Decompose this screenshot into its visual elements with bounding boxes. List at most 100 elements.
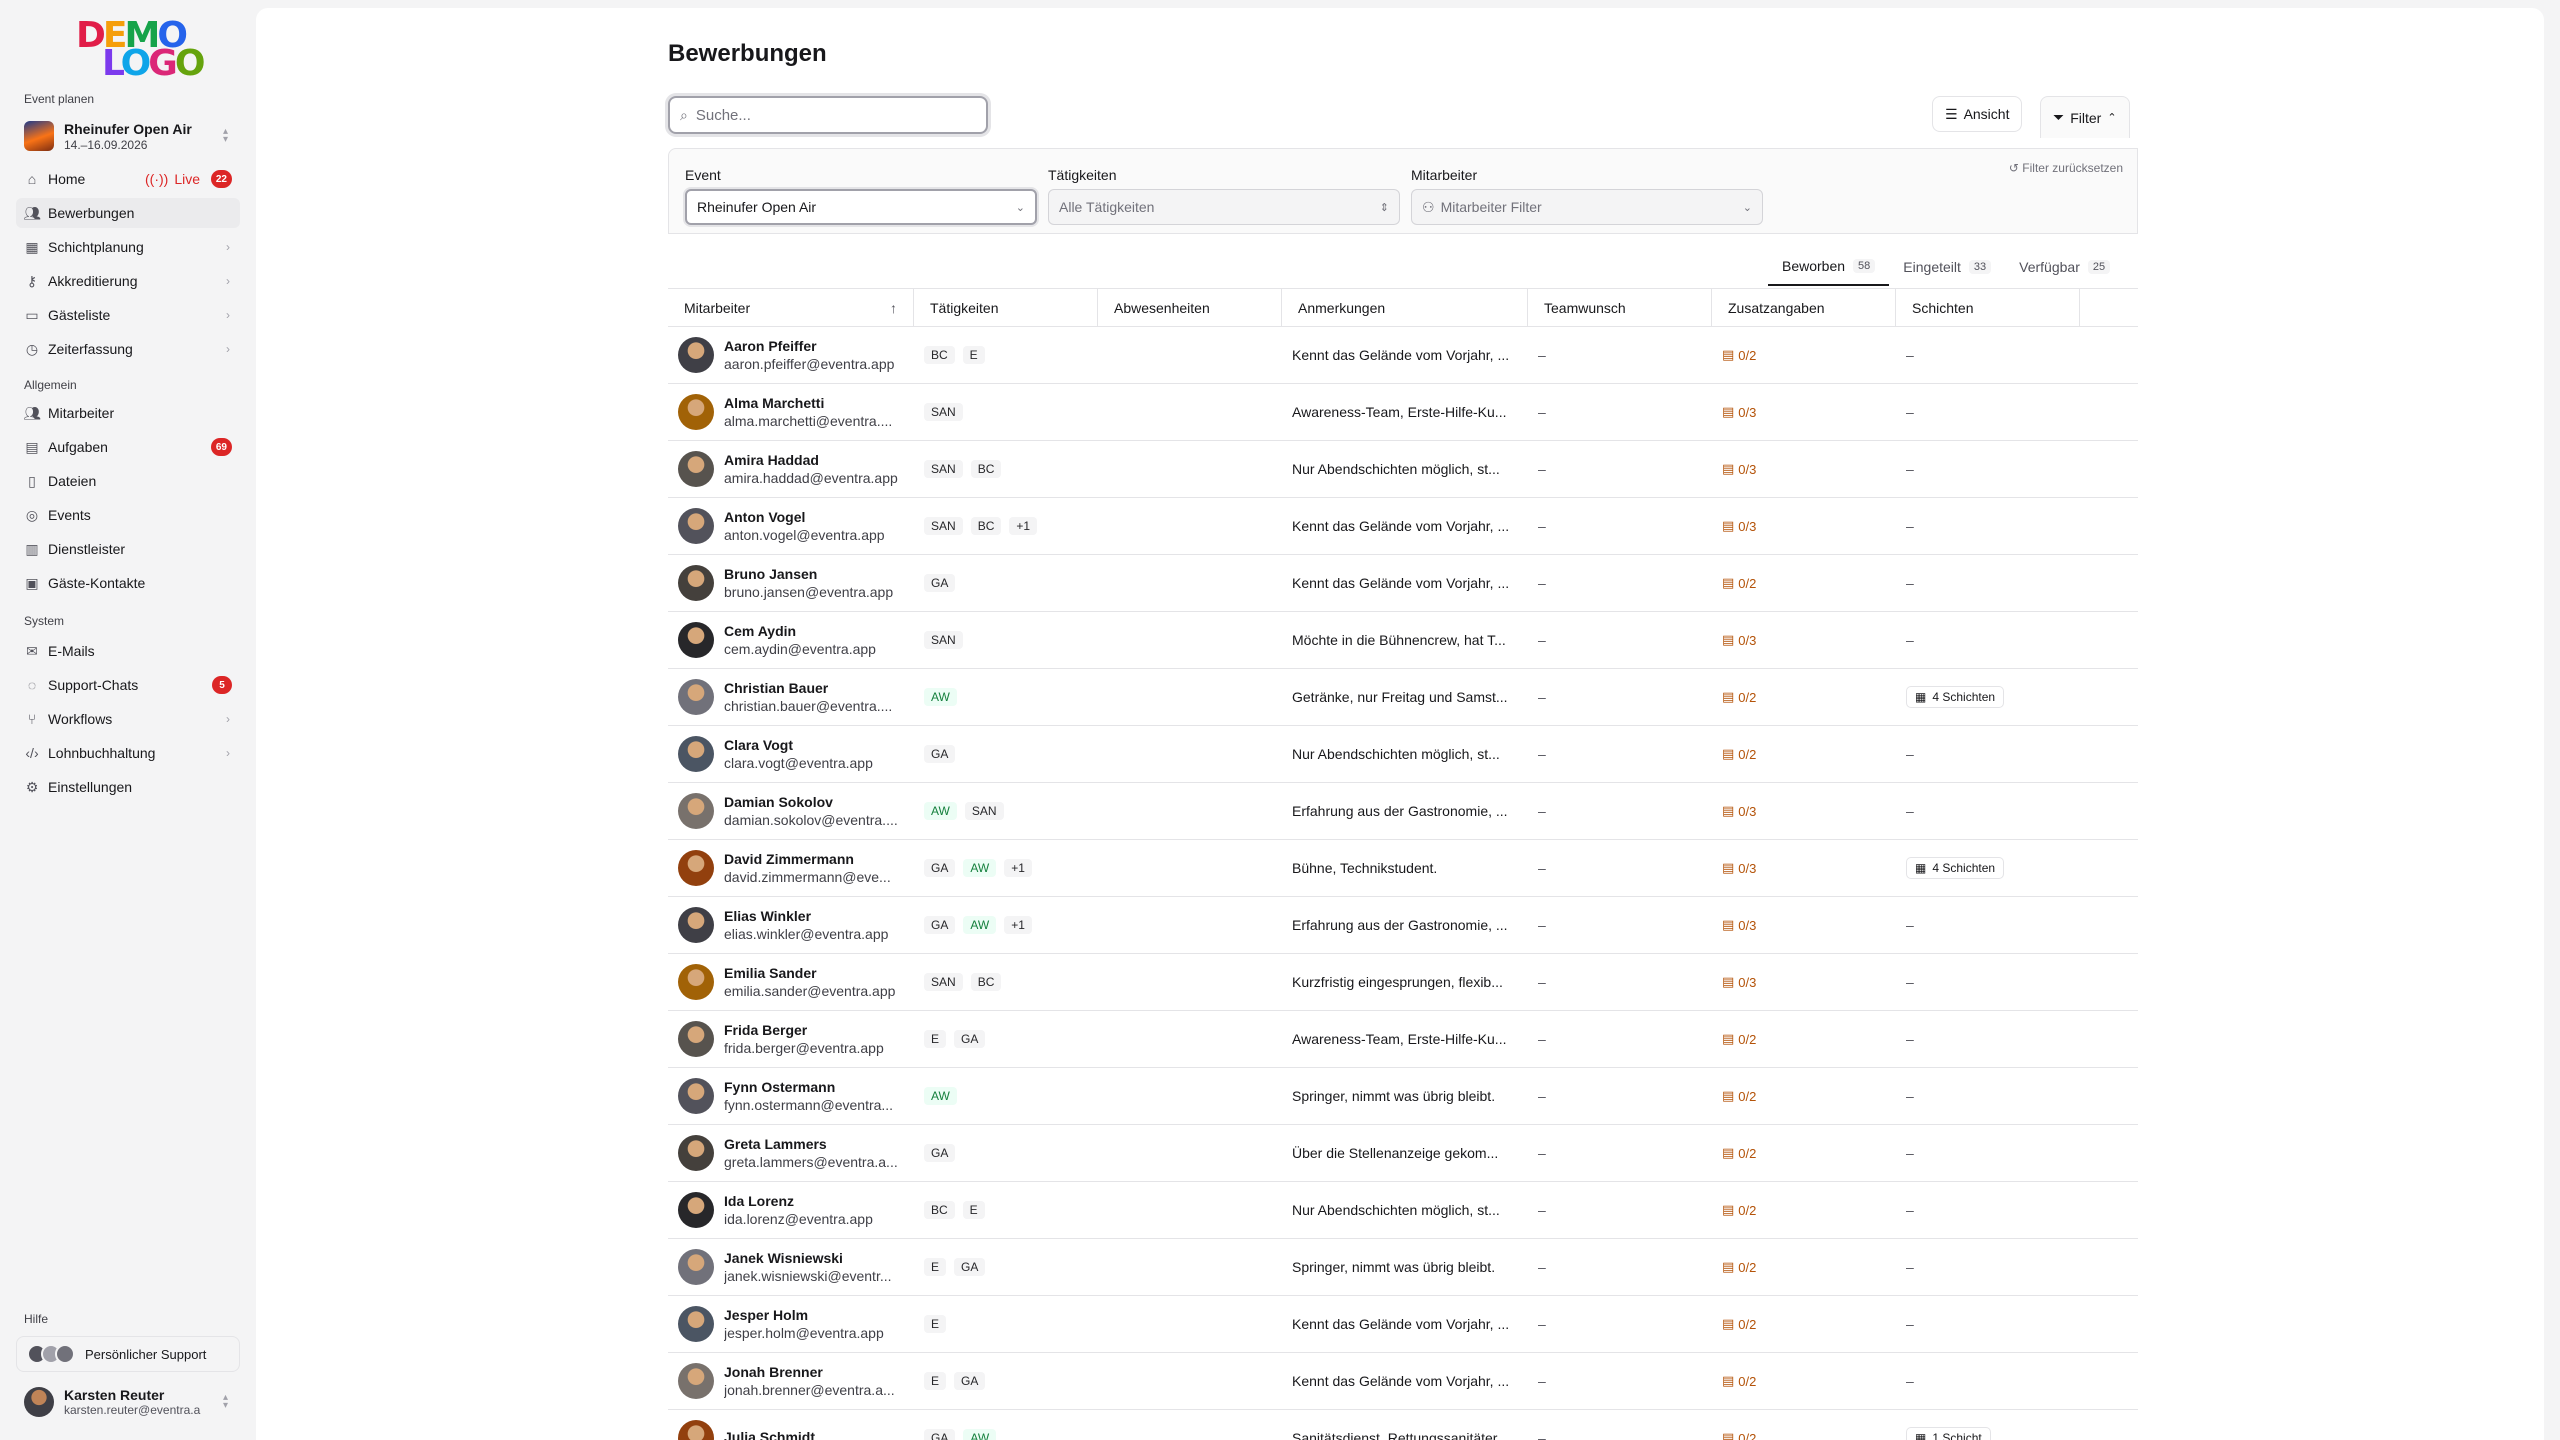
column-header-anmerkungen[interactable]: Anmerkungen <box>1282 289 1528 326</box>
sidebar-item-schichtplanung[interactable]: ▦ Schichtplanung › <box>16 232 240 262</box>
extra-info-status[interactable]: ▤ 0/3 <box>1722 917 1756 933</box>
mitarbeiter-filter-select[interactable]: ⚇ Mitarbeiter Filter ⌄ <box>1411 189 1763 225</box>
extra-info-status[interactable]: ▤ 0/2 <box>1722 1031 1756 1047</box>
employee-name[interactable]: Frida Berger <box>724 1022 904 1038</box>
employee-name[interactable]: Jonah Brenner <box>724 1364 904 1380</box>
table-row[interactable]: Greta Lammers greta.lammers@eventra.a... G… <box>668 1125 2138 1182</box>
sidebar-item-support-chats[interactable]: ◌ Support-Chats 5 <box>16 670 240 700</box>
employee-name[interactable]: Julia Schmidt <box>724 1429 904 1440</box>
sidebar-item-lohnbuchhaltung[interactable]: ‹/› Lohnbuchhaltung › <box>16 738 240 768</box>
search-input[interactable] <box>695 106 956 124</box>
table-row[interactable]: Bruno Jansen bruno.jansen@eventra.app GA Ke… <box>668 555 2138 612</box>
employee-name[interactable]: David Zimmermann <box>724 851 904 867</box>
table-row[interactable]: David Zimmermann david.zimmermann@eve... G… <box>668 840 2138 897</box>
shifts-badge[interactable]: ▦ 1 Schicht <box>1906 1427 1991 1440</box>
table-row[interactable]: Aaron Pfeiffer aaron.pfeiffer@eventra.app… <box>668 327 2138 384</box>
employee-name[interactable]: Amira Haddad <box>724 452 904 468</box>
sidebar-item-events[interactable]: ◎ Events <box>16 500 240 530</box>
extra-info-status[interactable]: ▤ 0/2 <box>1722 1373 1756 1389</box>
table-row[interactable]: Damian Sokolov damian.sokolov@eventra....… <box>668 783 2138 840</box>
event-filter-select[interactable]: Rheinufer Open Air ⌄ <box>685 189 1037 225</box>
table-row[interactable]: Fynn Ostermann fynn.ostermann@eventra... A… <box>668 1068 2138 1125</box>
sidebar-item-einstellungen[interactable]: ⚙ Einstellungen <box>16 772 240 802</box>
extra-info-status[interactable]: ▤ 0/2 <box>1722 1430 1756 1440</box>
filter-reset-link[interactable]: ↺ Filter zurücksetzen <box>2009 161 2123 175</box>
search-box[interactable]: ⌕ <box>668 96 988 134</box>
filter-button[interactable]: ⏷ Filter ⌃ <box>2040 96 2130 138</box>
sidebar-item-gaeste-kontakte[interactable]: ▣ Gäste-Kontakte <box>16 568 240 598</box>
extra-info-status[interactable]: ▤ 0/2 <box>1722 1259 1756 1275</box>
ansicht-button[interactable]: ☰ Ansicht <box>1932 96 2023 132</box>
table-row[interactable]: Anton Vogel anton.vogel@eventra.app SAN BC +… <box>668 498 2138 555</box>
sidebar-item-workflows[interactable]: ⑂ Workflows › <box>16 704 240 734</box>
sidebar-item-home[interactable]: ⌂ Home ((·)) Live 22 <box>16 164 240 194</box>
shifts-badge[interactable]: ▦ 4 Schichten <box>1906 686 2005 708</box>
employee-name[interactable]: Emilia Sander <box>724 965 904 981</box>
extra-info-status[interactable]: ▤ 0/2 <box>1722 1088 1756 1104</box>
extra-info-status[interactable]: ▤ 0/2 <box>1722 575 1756 591</box>
extra-info-status[interactable]: ▤ 0/2 <box>1722 689 1756 705</box>
shifts-badge[interactable]: ▦ 4 Schichten <box>1906 857 2005 879</box>
tab-eingeteilt[interactable]: Eingeteilt 33 <box>1889 248 2005 286</box>
table-row[interactable]: Frida Berger frida.berger@eventra.app E GA A… <box>668 1011 2138 1068</box>
tab-beworben[interactable]: Beworben 58 <box>1768 248 1890 286</box>
personal-support-button[interactable]: Persönlicher Support <box>16 1336 240 1372</box>
column-header-schichten[interactable]: Schichten <box>1896 289 2080 326</box>
table-row[interactable]: Janek Wisniewski janek.wisniewski@eventr.… <box>668 1239 2138 1296</box>
extra-info-status[interactable]: ▤ 0/3 <box>1722 518 1756 534</box>
column-header-teamwunsch[interactable]: Teamwunsch <box>1528 289 1712 326</box>
extra-info-status[interactable]: ▤ 0/3 <box>1722 974 1756 990</box>
column-header-abwesenheiten[interactable]: Abwesenheiten <box>1098 289 1282 326</box>
extra-info-status[interactable]: ▤ 0/2 <box>1722 347 1756 363</box>
extra-info-status[interactable]: ▤ 0/3 <box>1722 404 1756 420</box>
table-row[interactable]: Cem Aydin cem.aydin@eventra.app SAN Möchte … <box>668 612 2138 669</box>
employee-name[interactable]: Cem Aydin <box>724 623 904 639</box>
sidebar-item-zeiterfassung[interactable]: ◷ Zeiterfassung › <box>16 334 240 364</box>
extra-info-status[interactable]: ▤ 0/3 <box>1722 803 1756 819</box>
extra-info-status[interactable]: ▤ 0/2 <box>1722 1145 1756 1161</box>
extra-info-status[interactable]: ▤ 0/2 <box>1722 746 1756 762</box>
column-header-mitarbeiter[interactable]: Mitarbeiter ↑ <box>668 289 914 326</box>
sidebar-item-aufgaben[interactable]: ▤ Aufgaben 69 <box>16 432 240 462</box>
employee-name[interactable]: Clara Vogt <box>724 737 904 753</box>
sidebar-item-gaesteliste[interactable]: ▭ Gästeliste › <box>16 300 240 330</box>
sidebar-item-bewerbungen[interactable]: 👥︎ Bewerbungen <box>16 198 240 228</box>
employee-name[interactable]: Christian Bauer <box>724 680 904 696</box>
sidebar-item-emails[interactable]: ✉ E-Mails <box>16 636 240 666</box>
sidebar-item-dienstleister[interactable]: ▥ Dienstleister <box>16 534 240 564</box>
column-header-taetigkeiten[interactable]: Tätigkeiten <box>914 289 1098 326</box>
tab-verfuegbar[interactable]: Verfügbar 25 <box>2005 248 2124 286</box>
extra-info-status[interactable]: ▤ 0/2 <box>1722 1202 1756 1218</box>
table-row[interactable]: Clara Vogt clara.vogt@eventra.app GA Nur Ab… <box>668 726 2138 783</box>
table-row[interactable]: Jonah Brenner jonah.brenner@eventra.a... E… <box>668 1353 2138 1410</box>
table-row[interactable]: Alma Marchetti alma.marchetti@eventra....… <box>668 384 2138 441</box>
table-row[interactable]: Julia Schmidt GA AW Sanitätsdienst, Rettung… <box>668 1410 2138 1440</box>
table-row[interactable]: Ida Lorenz ida.lorenz@eventra.app BC E Nur A… <box>668 1182 2138 1239</box>
table-row[interactable]: Jesper Holm jesper.holm@eventra.app E Kennt… <box>668 1296 2138 1353</box>
employee-name[interactable]: Janek Wisniewski <box>724 1250 904 1266</box>
employee-name[interactable]: Jesper Holm <box>724 1307 904 1323</box>
table-row[interactable]: Emilia Sander emilia.sander@eventra.app SA… <box>668 954 2138 1011</box>
event-selector[interactable]: Rheinufer Open Air 14.–16.09.2026 ▴ ▾ <box>16 116 240 156</box>
sidebar-item-mitarbeiter[interactable]: 👥︎ Mitarbeiter <box>16 398 240 428</box>
employee-name[interactable]: Damian Sokolov <box>724 794 904 810</box>
employee-name[interactable]: Greta Lammers <box>724 1136 904 1152</box>
employee-name[interactable]: Fynn Ostermann <box>724 1079 904 1095</box>
column-header-zusatzangaben[interactable]: Zusatzangaben <box>1712 289 1896 326</box>
demo-logo[interactable]: DEMO LOGO <box>76 18 205 82</box>
taetigkeiten-filter-select[interactable]: Alle Tätigkeiten ⇕ <box>1048 189 1400 225</box>
employee-name[interactable]: Anton Vogel <box>724 509 904 525</box>
table-row[interactable]: Elias Winkler elias.winkler@eventra.app GA… <box>668 897 2138 954</box>
extra-info-status[interactable]: ▤ 0/3 <box>1722 632 1756 648</box>
employee-name[interactable]: Ida Lorenz <box>724 1193 904 1209</box>
sidebar-item-dateien[interactable]: ▯ Dateien <box>16 466 240 496</box>
extra-info-status[interactable]: ▤ 0/2 <box>1722 1316 1756 1332</box>
employee-name[interactable]: Elias Winkler <box>724 908 904 924</box>
employee-name[interactable]: Aaron Pfeiffer <box>724 338 904 354</box>
employee-name[interactable]: Alma Marchetti <box>724 395 904 411</box>
user-menu[interactable]: Karsten Reuter karsten.reuter@eventra.a … <box>16 1382 240 1422</box>
table-row[interactable]: Christian Bauer christian.bauer@eventra..… <box>668 669 2138 726</box>
extra-info-status[interactable]: ▤ 0/3 <box>1722 860 1756 876</box>
employee-name[interactable]: Bruno Jansen <box>724 566 904 582</box>
table-row[interactable]: Amira Haddad amira.haddad@eventra.app SAN B… <box>668 441 2138 498</box>
